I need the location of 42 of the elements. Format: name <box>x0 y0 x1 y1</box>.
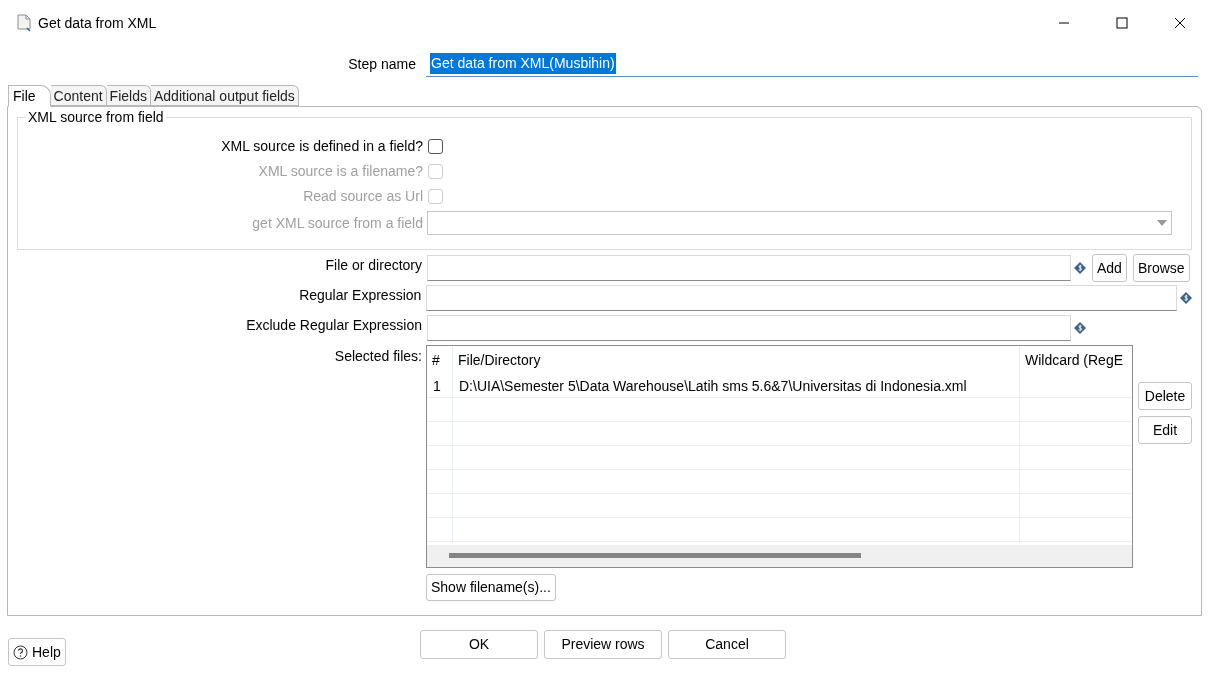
button[interactable]: Add <box>1092 254 1127 282</box>
checkbox-label: XML source is a filename? <box>258 163 423 179</box>
document-icon <box>16 14 32 32</box>
variable-icon <box>1074 262 1086 274</box>
table-cell: 1 <box>427 374 453 398</box>
tab[interactable]: Content <box>50 85 107 106</box>
step-name-label: Step name <box>348 55 416 72</box>
checkbox[interactable] <box>428 139 443 154</box>
button[interactable]: Preview rows <box>544 630 662 659</box>
show-filenames-button[interactable]: Show filename(s)... <box>426 574 556 601</box>
button[interactable]: Edit <box>1138 416 1192 444</box>
button[interactable]: OK <box>420 630 538 659</box>
close-icon <box>1174 17 1186 29</box>
text-field[interactable] <box>427 315 1071 341</box>
scrollbar-thumb[interactable] <box>449 553 861 558</box>
text-field[interactable] <box>426 285 1178 311</box>
column-header[interactable]: File/Directory <box>453 346 1020 374</box>
checkbox-label: XML source is defined in a field? <box>221 138 423 154</box>
button[interactable]: Browse <box>1132 254 1190 282</box>
checkbox-label: Read source as Url <box>303 188 423 204</box>
help-button[interactable]: Help <box>8 638 66 666</box>
field-label: Regular Expression <box>299 287 422 303</box>
column-header[interactable]: Wildcard (RegE <box>1020 346 1132 374</box>
variable-icon <box>1180 292 1192 304</box>
tab[interactable]: Fields <box>106 85 151 106</box>
variable-icon <box>1074 322 1086 334</box>
text-field[interactable] <box>427 255 1071 281</box>
tab[interactable]: Additional output fields <box>150 85 299 106</box>
button[interactable]: Delete <box>1138 382 1192 410</box>
window-title: Get data from XML <box>38 13 157 33</box>
source-field-label: get XML source from a field <box>252 214 423 231</box>
field-label: Exclude Regular Expression <box>246 317 422 333</box>
column-header[interactable]: # <box>427 346 453 374</box>
table-cell: D:\UIA\Semester 5\Data Warehouse\Latih sms 5.6&7\Universitas di Indonesia.xml <box>453 374 1020 398</box>
field-label: File or directory <box>325 257 422 273</box>
selected-files-label: Selected files: <box>334 348 422 364</box>
dropdown-arrow-icon <box>1157 220 1167 226</box>
help-icon <box>13 644 28 660</box>
step-name-field[interactable]: Get data from XML(Musbihin) <box>426 51 1198 77</box>
button[interactable]: Cancel <box>668 630 786 659</box>
tab[interactable]: File <box>8 85 51 107</box>
maximize-icon <box>1116 17 1128 29</box>
